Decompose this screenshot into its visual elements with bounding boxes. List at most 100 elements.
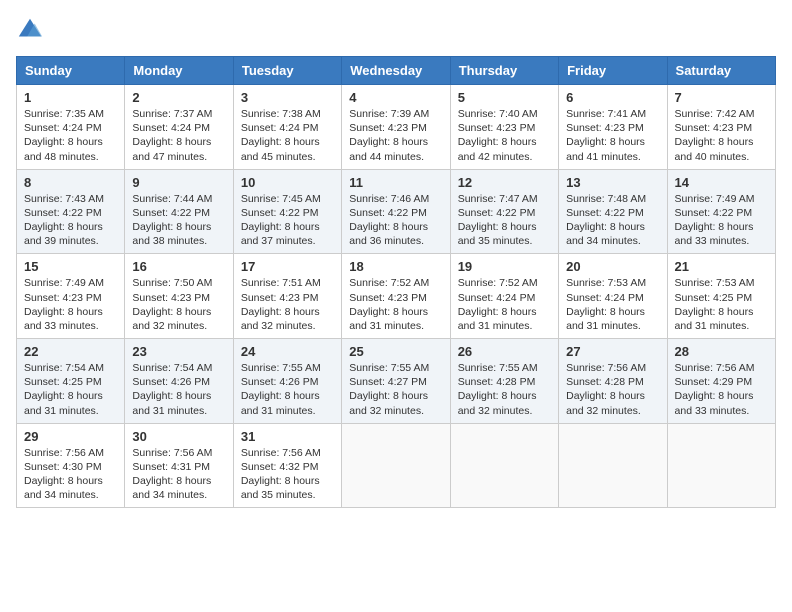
day-number: 4 xyxy=(349,90,442,105)
weekday-header-monday: Monday xyxy=(125,57,233,85)
day-number: 24 xyxy=(241,344,334,359)
cell-text: Sunrise: 7:45 AMSunset: 4:22 PMDaylight:… xyxy=(241,193,321,248)
day-number: 7 xyxy=(675,90,768,105)
calendar-cell: 15 Sunrise: 7:49 AMSunset: 4:23 PMDaylig… xyxy=(17,254,125,339)
calendar-cell: 3 Sunrise: 7:38 AMSunset: 4:24 PMDayligh… xyxy=(233,85,341,170)
day-number: 2 xyxy=(132,90,225,105)
week-row-1: 1 Sunrise: 7:35 AMSunset: 4:24 PMDayligh… xyxy=(17,85,776,170)
calendar-cell: 28 Sunrise: 7:56 AMSunset: 4:29 PMDaylig… xyxy=(667,339,775,424)
cell-text: Sunrise: 7:39 AMSunset: 4:23 PMDaylight:… xyxy=(349,108,429,163)
day-number: 18 xyxy=(349,259,442,274)
calendar-cell: 22 Sunrise: 7:54 AMSunset: 4:25 PMDaylig… xyxy=(17,339,125,424)
day-number: 6 xyxy=(566,90,659,105)
cell-text: Sunrise: 7:38 AMSunset: 4:24 PMDaylight:… xyxy=(241,108,321,163)
day-number: 17 xyxy=(241,259,334,274)
calendar-cell: 17 Sunrise: 7:51 AMSunset: 4:23 PMDaylig… xyxy=(233,254,341,339)
calendar-cell: 23 Sunrise: 7:54 AMSunset: 4:26 PMDaylig… xyxy=(125,339,233,424)
day-number: 13 xyxy=(566,175,659,190)
cell-text: Sunrise: 7:56 AMSunset: 4:32 PMDaylight:… xyxy=(241,447,321,502)
calendar-cell: 14 Sunrise: 7:49 AMSunset: 4:22 PMDaylig… xyxy=(667,169,775,254)
day-number: 19 xyxy=(458,259,551,274)
cell-text: Sunrise: 7:53 AMSunset: 4:24 PMDaylight:… xyxy=(566,277,646,332)
day-number: 5 xyxy=(458,90,551,105)
calendar-cell: 13 Sunrise: 7:48 AMSunset: 4:22 PMDaylig… xyxy=(559,169,667,254)
week-row-4: 22 Sunrise: 7:54 AMSunset: 4:25 PMDaylig… xyxy=(17,339,776,424)
calendar-cell: 1 Sunrise: 7:35 AMSunset: 4:24 PMDayligh… xyxy=(17,85,125,170)
calendar-cell: 2 Sunrise: 7:37 AMSunset: 4:24 PMDayligh… xyxy=(125,85,233,170)
weekday-header-friday: Friday xyxy=(559,57,667,85)
cell-text: Sunrise: 7:47 AMSunset: 4:22 PMDaylight:… xyxy=(458,193,538,248)
calendar-cell: 10 Sunrise: 7:45 AMSunset: 4:22 PMDaylig… xyxy=(233,169,341,254)
day-number: 31 xyxy=(241,429,334,444)
day-number: 28 xyxy=(675,344,768,359)
calendar-cell: 6 Sunrise: 7:41 AMSunset: 4:23 PMDayligh… xyxy=(559,85,667,170)
cell-text: Sunrise: 7:56 AMSunset: 4:28 PMDaylight:… xyxy=(566,362,646,417)
calendar-cell: 8 Sunrise: 7:43 AMSunset: 4:22 PMDayligh… xyxy=(17,169,125,254)
calendar-cell: 30 Sunrise: 7:56 AMSunset: 4:31 PMDaylig… xyxy=(125,423,233,508)
day-number: 3 xyxy=(241,90,334,105)
weekday-header-saturday: Saturday xyxy=(667,57,775,85)
cell-text: Sunrise: 7:56 AMSunset: 4:29 PMDaylight:… xyxy=(675,362,755,417)
cell-text: Sunrise: 7:51 AMSunset: 4:23 PMDaylight:… xyxy=(241,277,321,332)
day-number: 21 xyxy=(675,259,768,274)
calendar-cell: 18 Sunrise: 7:52 AMSunset: 4:23 PMDaylig… xyxy=(342,254,450,339)
calendar-cell: 29 Sunrise: 7:56 AMSunset: 4:30 PMDaylig… xyxy=(17,423,125,508)
cell-text: Sunrise: 7:52 AMSunset: 4:24 PMDaylight:… xyxy=(458,277,538,332)
cell-text: Sunrise: 7:55 AMSunset: 4:27 PMDaylight:… xyxy=(349,362,429,417)
cell-text: Sunrise: 7:54 AMSunset: 4:25 PMDaylight:… xyxy=(24,362,104,417)
week-row-5: 29 Sunrise: 7:56 AMSunset: 4:30 PMDaylig… xyxy=(17,423,776,508)
weekday-header-tuesday: Tuesday xyxy=(233,57,341,85)
day-number: 1 xyxy=(24,90,117,105)
header xyxy=(16,16,776,44)
cell-text: Sunrise: 7:56 AMSunset: 4:31 PMDaylight:… xyxy=(132,447,212,502)
cell-text: Sunrise: 7:49 AMSunset: 4:22 PMDaylight:… xyxy=(675,193,755,248)
day-number: 26 xyxy=(458,344,551,359)
cell-text: Sunrise: 7:54 AMSunset: 4:26 PMDaylight:… xyxy=(132,362,212,417)
calendar-cell: 31 Sunrise: 7:56 AMSunset: 4:32 PMDaylig… xyxy=(233,423,341,508)
cell-text: Sunrise: 7:52 AMSunset: 4:23 PMDaylight:… xyxy=(349,277,429,332)
cell-text: Sunrise: 7:37 AMSunset: 4:24 PMDaylight:… xyxy=(132,108,212,163)
day-number: 12 xyxy=(458,175,551,190)
cell-text: Sunrise: 7:49 AMSunset: 4:23 PMDaylight:… xyxy=(24,277,104,332)
calendar-cell: 7 Sunrise: 7:42 AMSunset: 4:23 PMDayligh… xyxy=(667,85,775,170)
cell-text: Sunrise: 7:44 AMSunset: 4:22 PMDaylight:… xyxy=(132,193,212,248)
day-number: 27 xyxy=(566,344,659,359)
cell-text: Sunrise: 7:48 AMSunset: 4:22 PMDaylight:… xyxy=(566,193,646,248)
calendar-cell xyxy=(667,423,775,508)
day-number: 30 xyxy=(132,429,225,444)
calendar-cell: 12 Sunrise: 7:47 AMSunset: 4:22 PMDaylig… xyxy=(450,169,558,254)
cell-text: Sunrise: 7:42 AMSunset: 4:23 PMDaylight:… xyxy=(675,108,755,163)
day-number: 20 xyxy=(566,259,659,274)
day-number: 11 xyxy=(349,175,442,190)
cell-text: Sunrise: 7:55 AMSunset: 4:28 PMDaylight:… xyxy=(458,362,538,417)
calendar-cell: 27 Sunrise: 7:56 AMSunset: 4:28 PMDaylig… xyxy=(559,339,667,424)
calendar-cell xyxy=(342,423,450,508)
week-row-3: 15 Sunrise: 7:49 AMSunset: 4:23 PMDaylig… xyxy=(17,254,776,339)
calendar-cell: 11 Sunrise: 7:46 AMSunset: 4:22 PMDaylig… xyxy=(342,169,450,254)
day-number: 29 xyxy=(24,429,117,444)
logo-icon xyxy=(16,16,44,44)
day-number: 16 xyxy=(132,259,225,274)
weekday-header-sunday: Sunday xyxy=(17,57,125,85)
calendar-cell: 5 Sunrise: 7:40 AMSunset: 4:23 PMDayligh… xyxy=(450,85,558,170)
weekday-header-wednesday: Wednesday xyxy=(342,57,450,85)
week-row-2: 8 Sunrise: 7:43 AMSunset: 4:22 PMDayligh… xyxy=(17,169,776,254)
calendar-cell xyxy=(450,423,558,508)
calendar-cell xyxy=(559,423,667,508)
weekday-header-row: SundayMondayTuesdayWednesdayThursdayFrid… xyxy=(17,57,776,85)
logo xyxy=(16,16,48,44)
calendar: SundayMondayTuesdayWednesdayThursdayFrid… xyxy=(16,56,776,508)
day-number: 8 xyxy=(24,175,117,190)
day-number: 14 xyxy=(675,175,768,190)
calendar-cell: 24 Sunrise: 7:55 AMSunset: 4:26 PMDaylig… xyxy=(233,339,341,424)
cell-text: Sunrise: 7:53 AMSunset: 4:25 PMDaylight:… xyxy=(675,277,755,332)
cell-text: Sunrise: 7:35 AMSunset: 4:24 PMDaylight:… xyxy=(24,108,104,163)
day-number: 25 xyxy=(349,344,442,359)
calendar-cell: 19 Sunrise: 7:52 AMSunset: 4:24 PMDaylig… xyxy=(450,254,558,339)
calendar-cell: 20 Sunrise: 7:53 AMSunset: 4:24 PMDaylig… xyxy=(559,254,667,339)
day-number: 10 xyxy=(241,175,334,190)
cell-text: Sunrise: 7:40 AMSunset: 4:23 PMDaylight:… xyxy=(458,108,538,163)
calendar-cell: 26 Sunrise: 7:55 AMSunset: 4:28 PMDaylig… xyxy=(450,339,558,424)
day-number: 22 xyxy=(24,344,117,359)
cell-text: Sunrise: 7:46 AMSunset: 4:22 PMDaylight:… xyxy=(349,193,429,248)
